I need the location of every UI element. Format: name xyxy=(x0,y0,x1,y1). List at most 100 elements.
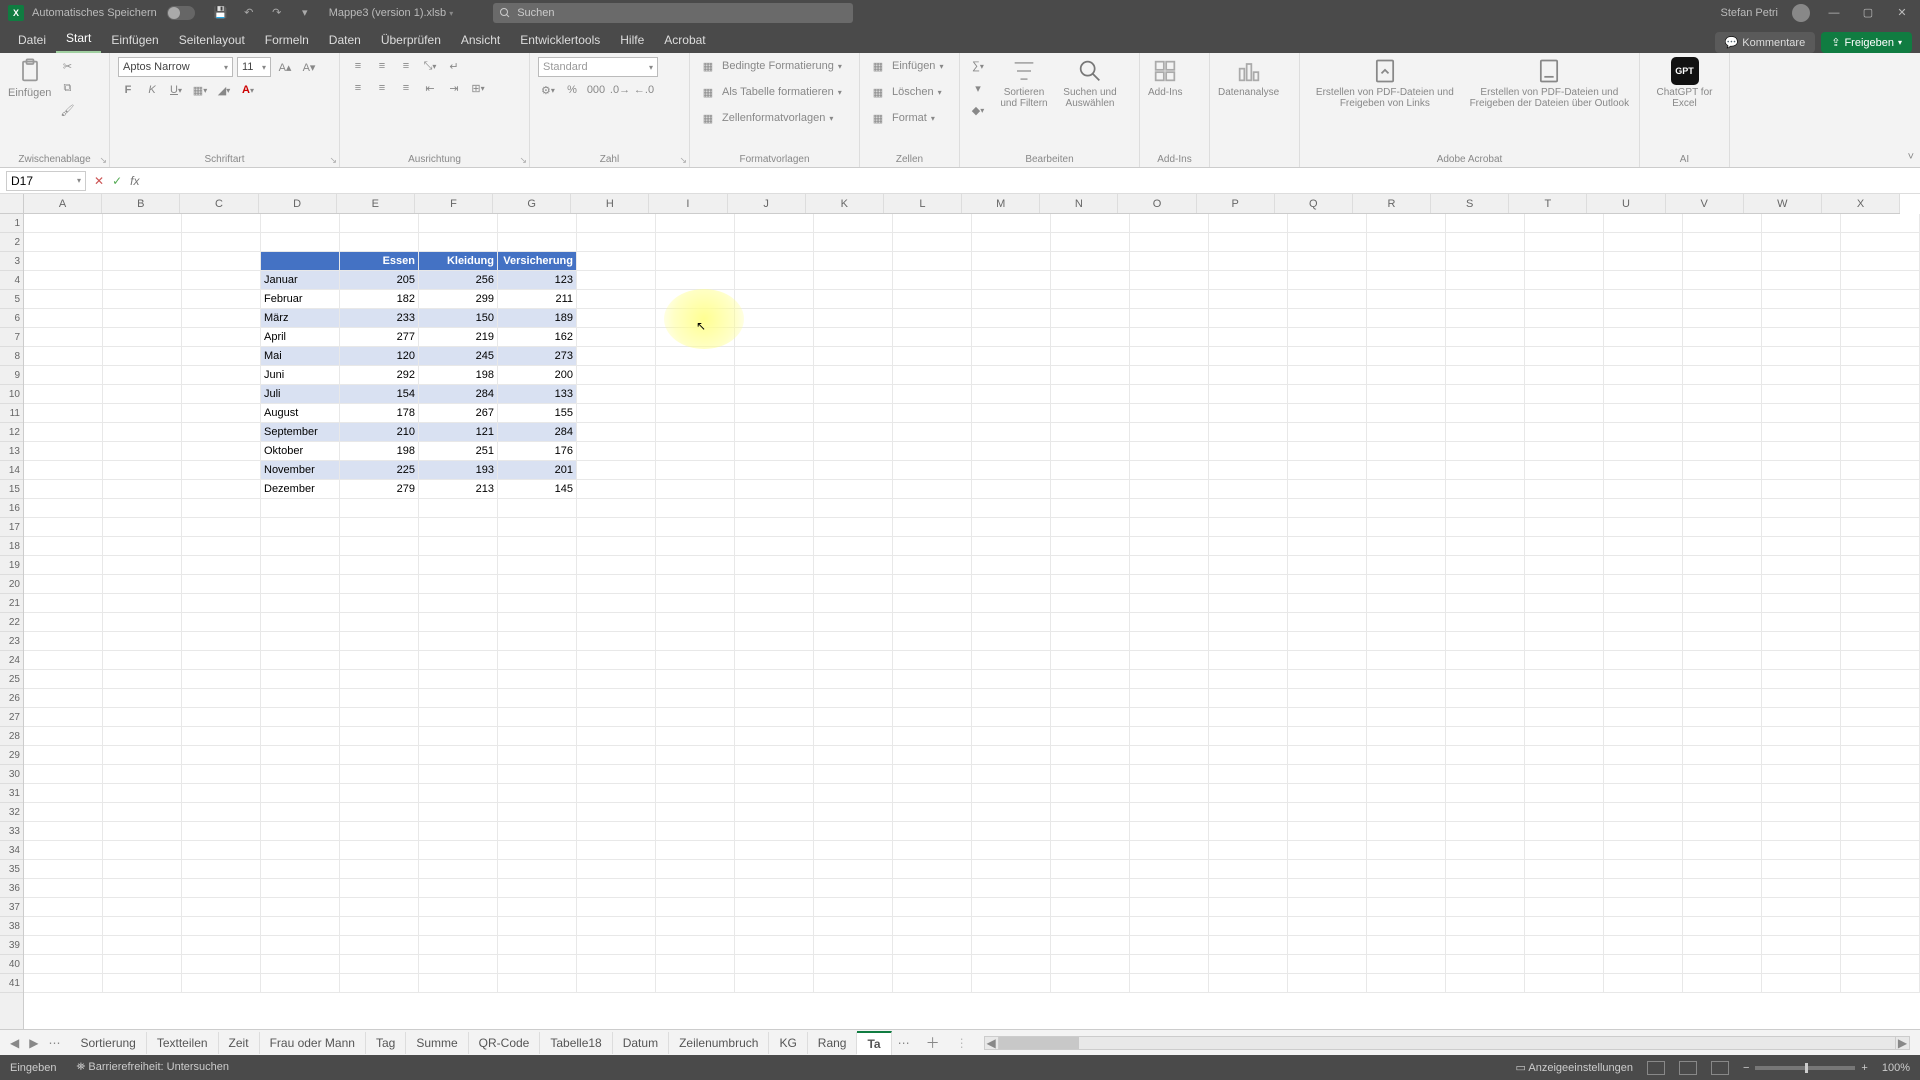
cell[interactable] xyxy=(103,214,182,233)
cell[interactable] xyxy=(1051,841,1130,860)
cell[interactable] xyxy=(893,518,972,537)
cell[interactable] xyxy=(1051,651,1130,670)
cell[interactable] xyxy=(735,290,814,309)
row-header[interactable]: 35 xyxy=(0,860,23,879)
column-header[interactable]: E xyxy=(337,194,415,213)
cell[interactable] xyxy=(1051,347,1130,366)
cell[interactable] xyxy=(1683,936,1762,955)
cell[interactable] xyxy=(1683,480,1762,499)
cell[interactable] xyxy=(182,936,261,955)
cell[interactable] xyxy=(1209,936,1288,955)
cell[interactable] xyxy=(182,309,261,328)
cell[interactable] xyxy=(1525,898,1604,917)
cell[interactable] xyxy=(498,727,577,746)
cell[interactable] xyxy=(735,214,814,233)
orientation-icon[interactable]: ⤡▾ xyxy=(420,57,440,75)
cell[interactable] xyxy=(1683,518,1762,537)
ribbon-tab-acrobat[interactable]: Acrobat xyxy=(654,27,715,53)
cell[interactable] xyxy=(1130,784,1209,803)
cell[interactable] xyxy=(814,898,893,917)
cell[interactable] xyxy=(893,784,972,803)
cell[interactable] xyxy=(1446,746,1525,765)
cell[interactable] xyxy=(1841,556,1920,575)
cell[interactable] xyxy=(1525,613,1604,632)
cell[interactable] xyxy=(1051,594,1130,613)
cell[interactable] xyxy=(1130,499,1209,518)
row-header[interactable]: 3 xyxy=(0,252,23,271)
fill-icon[interactable]: ▾ xyxy=(968,79,988,97)
row-header[interactable]: 38 xyxy=(0,917,23,936)
cell[interactable] xyxy=(656,765,735,784)
sheet-tab[interactable]: Frau oder Mann xyxy=(260,1032,366,1054)
cell[interactable] xyxy=(103,708,182,727)
cell[interactable] xyxy=(893,936,972,955)
cell[interactable] xyxy=(1683,955,1762,974)
cell[interactable] xyxy=(577,632,656,651)
column-header[interactable]: K xyxy=(806,194,884,213)
cell[interactable] xyxy=(735,385,814,404)
cell[interactable] xyxy=(24,366,103,385)
cell[interactable] xyxy=(1525,347,1604,366)
row-header[interactable]: 6 xyxy=(0,309,23,328)
cell[interactable] xyxy=(656,404,735,423)
cell[interactable] xyxy=(577,309,656,328)
cell[interactable] xyxy=(24,594,103,613)
cell-styles-button[interactable]: ▦Zellenformatvorlagen▾ xyxy=(698,109,833,127)
cell[interactable] xyxy=(893,537,972,556)
cell[interactable] xyxy=(1683,765,1762,784)
create-pdf-links-button[interactable]: Erstellen von PDF-Dateien und Freigeben … xyxy=(1308,57,1462,109)
cell[interactable] xyxy=(1288,518,1367,537)
cell[interactable] xyxy=(24,955,103,974)
cell[interactable] xyxy=(1525,575,1604,594)
cell[interactable] xyxy=(577,461,656,480)
cell[interactable] xyxy=(735,594,814,613)
ribbon-tab-daten[interactable]: Daten xyxy=(319,27,371,53)
cell[interactable] xyxy=(1841,404,1920,423)
cell[interactable] xyxy=(182,898,261,917)
wrap-text-icon[interactable]: ↵ xyxy=(444,57,464,75)
row-header[interactable]: 16 xyxy=(0,499,23,518)
cell[interactable] xyxy=(1525,784,1604,803)
cell[interactable]: 193 xyxy=(419,461,498,480)
cell[interactable] xyxy=(182,252,261,271)
cell[interactable] xyxy=(735,632,814,651)
view-page-break-icon[interactable] xyxy=(1711,1061,1729,1075)
cell[interactable] xyxy=(1051,955,1130,974)
cell[interactable] xyxy=(103,271,182,290)
sheet-tab[interactable]: Summe xyxy=(406,1032,468,1054)
cell[interactable] xyxy=(1604,556,1683,575)
cell[interactable] xyxy=(103,233,182,252)
cell[interactable] xyxy=(261,575,340,594)
cell[interactable] xyxy=(1446,784,1525,803)
cell[interactable] xyxy=(1130,746,1209,765)
add-sheet-button[interactable]: ＋ xyxy=(916,1033,950,1053)
cell[interactable] xyxy=(656,689,735,708)
cell[interactable] xyxy=(340,689,419,708)
fx-icon[interactable]: fx xyxy=(130,174,139,188)
cell[interactable] xyxy=(24,841,103,860)
cell[interactable] xyxy=(1209,233,1288,252)
zoom-in-icon[interactable]: + xyxy=(1861,1062,1867,1074)
filename[interactable]: Mappe3 (version 1).xlsb ▾ xyxy=(329,7,453,19)
cell[interactable] xyxy=(419,955,498,974)
cell[interactable] xyxy=(1446,271,1525,290)
cell[interactable] xyxy=(419,651,498,670)
cell[interactable] xyxy=(261,841,340,860)
dialog-launcher-icon[interactable]: ↘ xyxy=(99,155,107,166)
cell[interactable] xyxy=(1051,518,1130,537)
cell[interactable] xyxy=(1525,309,1604,328)
cell[interactable] xyxy=(498,613,577,632)
cell[interactable] xyxy=(1604,955,1683,974)
window-minimize[interactable]: — xyxy=(1824,7,1844,19)
cell[interactable] xyxy=(1525,955,1604,974)
cell[interactable] xyxy=(1762,252,1841,271)
row-header[interactable]: 9 xyxy=(0,366,23,385)
cell[interactable] xyxy=(893,689,972,708)
cell[interactable] xyxy=(1604,651,1683,670)
cell[interactable] xyxy=(261,613,340,632)
increase-indent-icon[interactable]: ⇥ xyxy=(444,79,464,97)
cell[interactable] xyxy=(1367,613,1446,632)
cell[interactable] xyxy=(577,803,656,822)
cell[interactable] xyxy=(1604,613,1683,632)
cell[interactable] xyxy=(1367,575,1446,594)
